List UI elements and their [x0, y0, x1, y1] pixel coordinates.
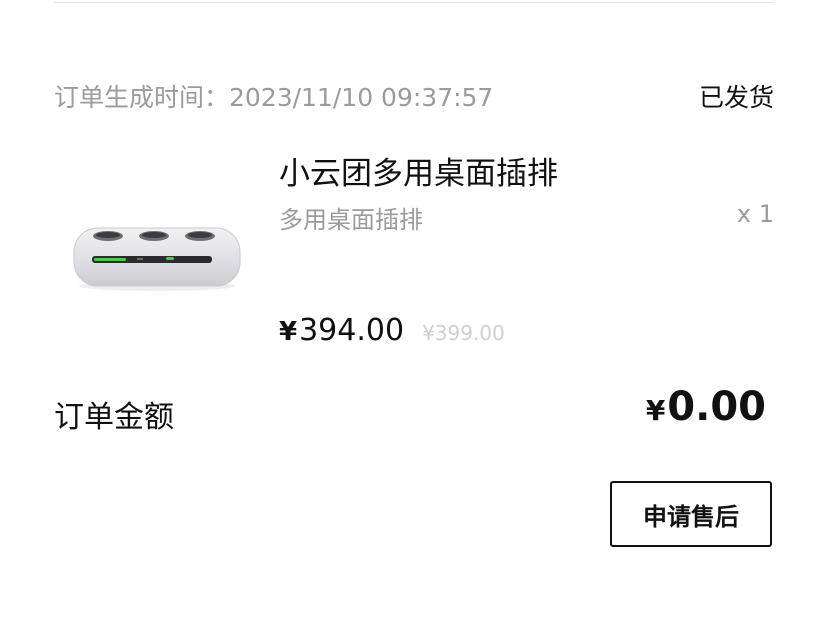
total-currency: ¥	[645, 394, 666, 427]
product-price: 394.00	[299, 313, 405, 348]
price-currency: ¥	[279, 317, 298, 347]
order-detail-page: 订单生成时间：2023/11/10 09:37:57 已发货 小云团多用桌面插排…	[0, 0, 828, 618]
product-quantity: x 1	[736, 200, 774, 228]
product-name[interactable]: 小云团多用桌面插排	[279, 148, 558, 193]
order-time-value: 2023/11/10 09:37:57	[229, 83, 494, 112]
total-label: 订单金额	[54, 400, 174, 435]
total-value: 0.00	[667, 384, 766, 430]
after-sale-button[interactable]: 申请售后	[610, 481, 772, 547]
original-price: ¥399.00	[422, 321, 505, 345]
order-time: 订单生成时间：2023/11/10 09:37:57	[54, 78, 493, 114]
price-row: ¥ 394.00 ¥399.00	[279, 313, 505, 348]
top-divider	[54, 2, 774, 3]
product-spec: 多用桌面插排	[279, 206, 423, 234]
order-time-label: 订单生成时间：	[54, 83, 230, 112]
power-strip-icon	[73, 227, 241, 291]
product-image[interactable]	[72, 222, 242, 294]
order-status: 已发货	[698, 83, 774, 112]
total-amount: ¥ 0.00	[646, 384, 766, 430]
